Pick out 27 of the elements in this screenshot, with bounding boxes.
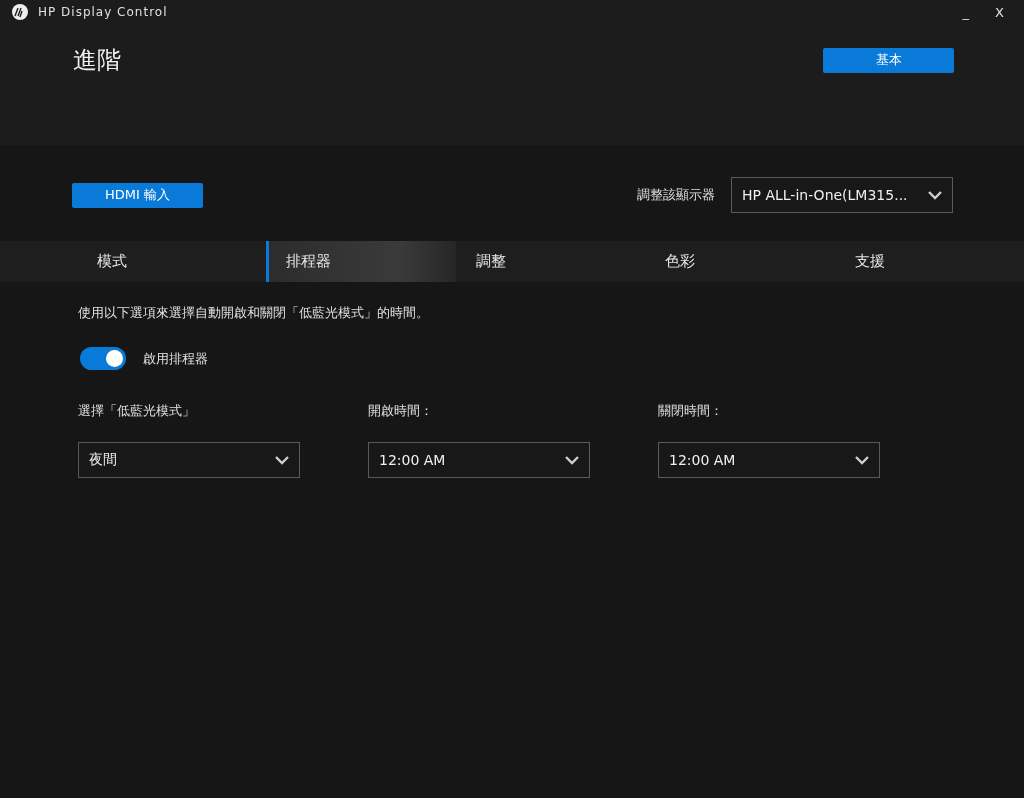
dropdown[interactable]: 12:00 AM (368, 442, 590, 478)
chevron-down-icon (275, 455, 289, 465)
tab[interactable]: 調整 (455, 241, 646, 282)
field-label: 關閉時間： (658, 402, 724, 420)
tab[interactable]: 排程器 (266, 241, 456, 282)
field-label: 開啟時間： (368, 402, 434, 420)
description-text: 使用以下選項來選擇自動開啟和關閉「低藍光模式」的時間。 (78, 304, 430, 322)
chevron-down-icon (565, 455, 579, 465)
dropdown[interactable]: 12:00 AM (658, 442, 880, 478)
toggle-label: 啟用排程器 (143, 349, 208, 368)
chevron-down-icon (855, 455, 869, 465)
close-button[interactable]: X (987, 4, 1012, 20)
monitor-label: 調整該顯示器 (637, 186, 715, 204)
chevron-down-icon (928, 190, 942, 200)
page-title: 進階 (73, 45, 121, 76)
tab[interactable]: 色彩 (645, 241, 835, 282)
monitor-select[interactable]: HP ALL-in-One(LM315... (731, 177, 953, 213)
minimize-button[interactable]: _ (954, 4, 978, 20)
window-title: HP Display Control (38, 5, 168, 19)
scheduler-toggle[interactable] (80, 347, 126, 370)
logo-icon (12, 4, 28, 20)
basic-mode-button[interactable]: 基本 (823, 47, 954, 73)
dropdown[interactable]: 夜間 (78, 442, 300, 478)
tab[interactable]: 模式 (77, 241, 267, 282)
input-source-button[interactable]: HDMI 輸入 (72, 182, 203, 208)
tab[interactable]: 支援 (834, 241, 1024, 282)
field-label: 選擇「低藍光模式」 (78, 402, 196, 420)
